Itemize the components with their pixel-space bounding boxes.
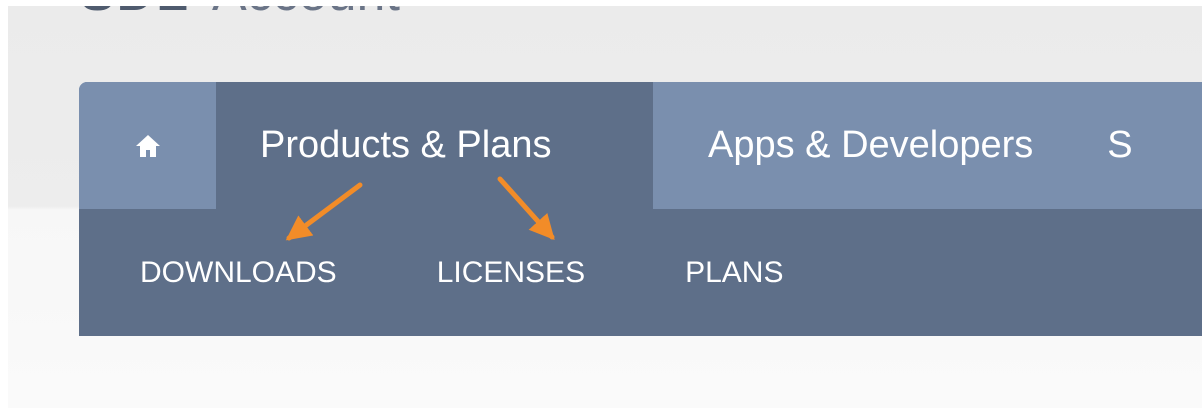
sub-navigation: DOWNLOADS LICENSES PLANS: [79, 209, 1202, 336]
home-icon: [135, 134, 160, 157]
tab-label: Products & Plans: [260, 124, 552, 166]
page-background: SDL Account Products & Plans Apps & Deve…: [8, 6, 1202, 408]
brand-header: SDL Account: [80, 6, 400, 19]
tab-label: Apps & Developers: [708, 124, 1034, 166]
subnav-downloads[interactable]: DOWNLOADS: [140, 256, 337, 290]
brand-logo: SDL: [80, 6, 190, 19]
subnav-licenses[interactable]: LICENSES: [437, 256, 585, 290]
tab-partial[interactable]: S: [1077, 82, 1132, 209]
main-navigation: Products & Plans Apps & Developers S DOW…: [79, 82, 1202, 336]
tab-label: S: [1107, 124, 1133, 166]
tab-products-plans[interactable]: Products & Plans: [216, 82, 653, 209]
tab-apps-developers[interactable]: Apps & Developers: [653, 82, 1077, 209]
page-title: Account: [212, 6, 400, 19]
tab-bar: Products & Plans Apps & Developers S: [79, 82, 1202, 209]
tab-home[interactable]: [79, 82, 216, 209]
subnav-plans[interactable]: PLANS: [685, 256, 783, 290]
